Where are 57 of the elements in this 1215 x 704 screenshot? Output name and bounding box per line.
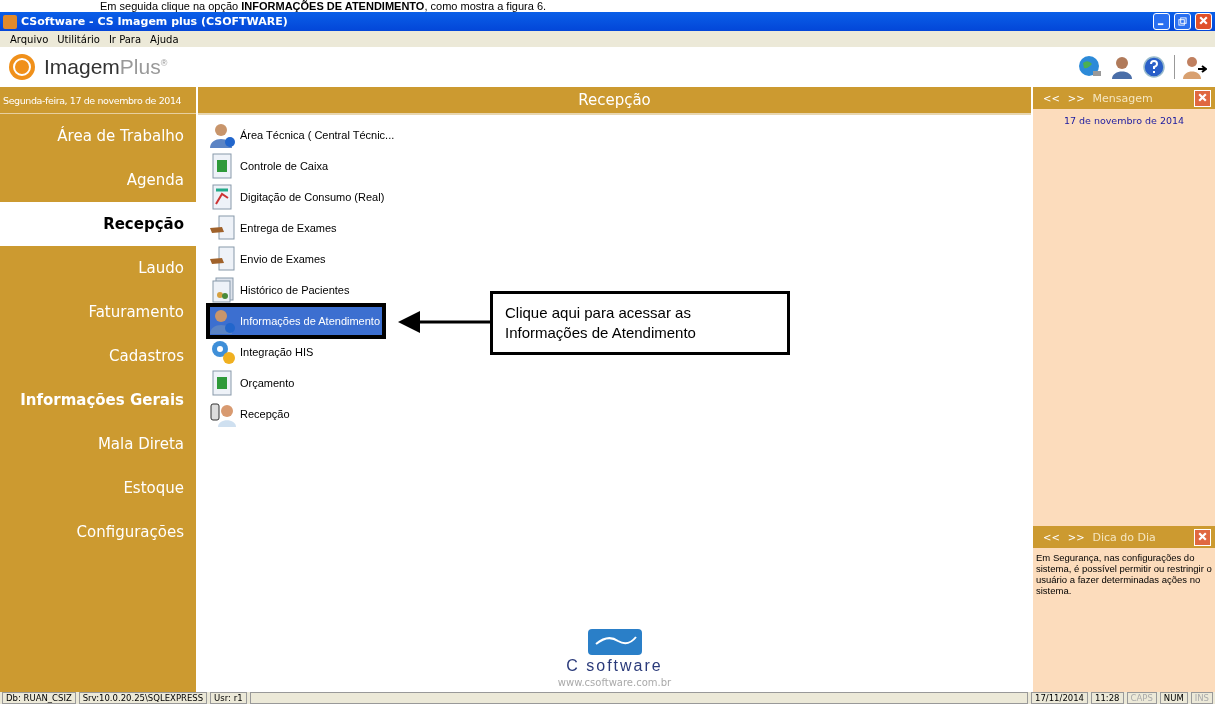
person-icon [210, 308, 236, 334]
brand-name: ImagemPlus$^{®}$ [44, 55, 168, 79]
app-icon [3, 14, 17, 29]
status-field: Usr: r1 [210, 692, 247, 704]
menu-item[interactable]: Ir Para [108, 33, 142, 45]
menu-option[interactable]: Entrega de Exames [210, 214, 339, 242]
status-field: 17/11/2014 [1031, 692, 1089, 704]
help-icon[interactable] [1142, 55, 1166, 79]
status-field: Db: RUAN_CSIZ [2, 692, 76, 704]
close-icon [1197, 530, 1208, 542]
menu-item[interactable]: Ajuda [150, 33, 179, 45]
gears-icon [210, 339, 236, 365]
hand-document-icon [210, 246, 236, 272]
documents-icon [210, 277, 236, 303]
support-person-icon[interactable] [1110, 55, 1134, 79]
restore-button[interactable] [1174, 13, 1191, 30]
menu-option[interactable]: Controle de Caixa [210, 152, 331, 180]
menu-option[interactable]: Recepção [210, 400, 292, 428]
callout-box: Clique aqui para acessar as Informações de Atendimento [490, 291, 790, 355]
logo-icon [8, 53, 36, 81]
sidebar-item[interactable]: Recepção [0, 202, 196, 246]
receptionist-icon [210, 401, 236, 427]
section-header: Recepção [198, 87, 1031, 115]
document-caption: Em seguida clique na opção INFORMAÇÕES DE ATENDIMENTO, como mostra a figura 6. [99, 0, 548, 12]
hand-document-icon [210, 215, 236, 241]
menu-option[interactable]: Envio de Exames [210, 245, 328, 273]
status-field: NUM [1159, 692, 1188, 704]
panel-title: Mensagem [1092, 91, 1154, 105]
footer-logo: C software [566, 657, 663, 675]
status-field: CAPS [1126, 692, 1157, 704]
panel-title: Dica do Dia [1092, 530, 1157, 544]
window-title: CSoftware - CS Imagem plus (CSOFTWARE) [21, 15, 289, 28]
menu-option[interactable]: Digitação de Consumo (Real) [210, 183, 387, 211]
close-button[interactable] [1194, 89, 1211, 107]
restore-icon [1178, 17, 1187, 26]
status-field: 11:28 [1091, 692, 1124, 704]
close-button[interactable] [1194, 528, 1211, 546]
globe-icon[interactable] [1078, 55, 1102, 79]
footer-url: www.csoftware.com.br [557, 677, 672, 688]
menu-item[interactable]: Arquivo [10, 33, 49, 45]
status-field: INS [1190, 692, 1213, 704]
menu-option[interactable]: Integração HIS [210, 338, 316, 366]
minimize-button[interactable] [1153, 13, 1170, 30]
menu-option[interactable]: Histórico de Pacientes [210, 276, 352, 304]
close-icon [1197, 91, 1208, 103]
close-icon [1198, 15, 1209, 26]
status-field: Srv:10.0.20.25\SQLEXPRESS [78, 692, 208, 704]
menu-option[interactable]: Orçamento [210, 369, 297, 397]
logout-icon[interactable] [1183, 55, 1207, 79]
close-button[interactable] [1195, 13, 1212, 30]
tip-text: Em Segurança, nas configurações do sistema, é possível permitir ou restringir o usuário a fazer determinadas ações no sistema. [1035, 551, 1213, 598]
menu-option[interactable]: Área Técnica ( Central Técnic... [210, 121, 397, 149]
logo-icon [587, 629, 642, 655]
menu-item[interactable]: Utilitário [57, 33, 100, 45]
person-icon [210, 122, 236, 148]
message-date: 17 de novembro de 2014 [1062, 114, 1186, 126]
sidebar-date: Segunda-feira, 17 de novembro de 2014 [0, 87, 196, 114]
